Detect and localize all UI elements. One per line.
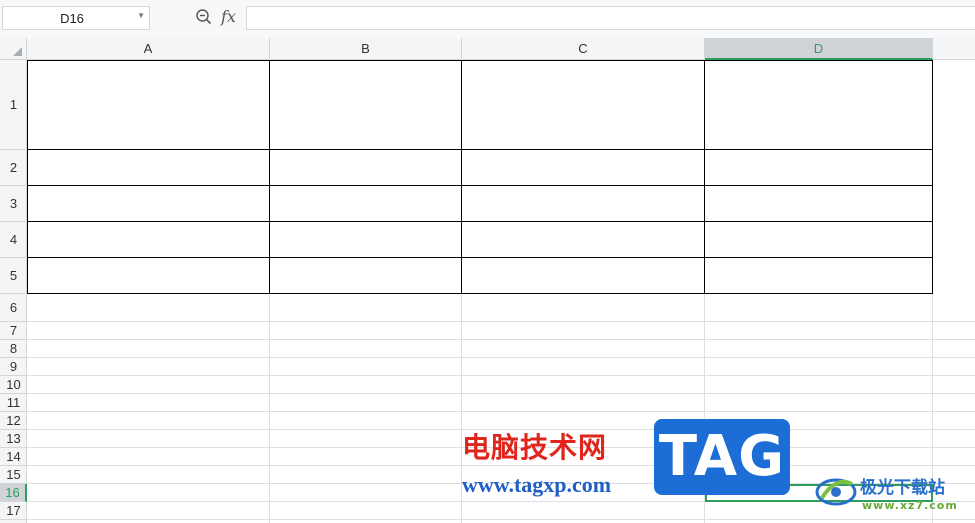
table-border (932, 60, 933, 294)
gridline (27, 375, 975, 376)
row-header-13[interactable]: 13 (0, 430, 27, 448)
gridline (27, 339, 975, 340)
table-border (27, 60, 28, 294)
row-header-9[interactable]: 9 (0, 358, 27, 376)
table-border (461, 60, 462, 294)
gridline (27, 519, 975, 520)
gridline (27, 357, 975, 358)
table-border (27, 221, 933, 222)
table-border (704, 60, 705, 294)
row-header-8[interactable]: 8 (0, 340, 27, 358)
select-all-button[interactable] (0, 38, 27, 59)
row-header-16[interactable]: 16 (0, 484, 27, 502)
watermark-site-url: www.tagxp.com (462, 472, 612, 497)
name-box[interactable]: D16 ▼ (2, 6, 150, 30)
row-header-14[interactable]: 14 (0, 448, 27, 466)
zoom-out-icon[interactable] (195, 8, 213, 26)
row-header-bar: 1 2 3 4 5 6 7 8 9 10 11 12 13 14 15 16 1… (0, 60, 27, 523)
row-header-12[interactable]: 12 (0, 412, 27, 430)
formula-toolbar: D16 ▼ fx (0, 0, 975, 38)
column-header-bar: A B C D (0, 38, 975, 60)
row-header-3[interactable]: 3 (0, 186, 27, 222)
aurora-logo-icon (815, 478, 857, 506)
row-header-6[interactable]: 6 (0, 294, 27, 322)
watermark-site-name: 电脑技术网 (462, 431, 608, 464)
row-header-7[interactable]: 7 (0, 322, 27, 340)
watermark-brand-name: 极光下载站 (860, 478, 945, 498)
gridline (27, 393, 975, 394)
row-header-11[interactable]: 11 (0, 394, 27, 412)
table-border (27, 293, 933, 294)
row-header-4[interactable]: 4 (0, 222, 27, 258)
name-box-value: D16 (60, 11, 84, 26)
column-header-a[interactable]: A (27, 38, 270, 59)
table-border (269, 60, 270, 294)
column-header-c[interactable]: C (462, 38, 705, 59)
row-header-1[interactable]: 1 (0, 60, 27, 150)
row-header-17[interactable]: 17 (0, 502, 27, 520)
formula-input[interactable] (246, 6, 975, 30)
table-border (27, 257, 933, 258)
row-header-10[interactable]: 10 (0, 376, 27, 394)
row-header-5[interactable]: 5 (0, 258, 27, 294)
row-header-15[interactable]: 15 (0, 466, 27, 484)
table-border (27, 185, 933, 186)
column-header-b[interactable]: B (270, 38, 462, 59)
chevron-down-icon[interactable]: ▼ (137, 11, 145, 20)
gridline (27, 411, 975, 412)
select-all-icon (13, 47, 22, 56)
watermark-brand-url: www.xz7.com (862, 499, 958, 512)
table-border (27, 149, 933, 150)
gridline (27, 321, 975, 322)
column-header-e[interactable] (933, 38, 975, 59)
column-header-d[interactable]: D (705, 38, 933, 60)
row-header-2[interactable]: 2 (0, 150, 27, 186)
function-icon[interactable]: fx (221, 7, 236, 26)
watermark-tag-badge: TAG (654, 419, 790, 495)
table-border (27, 60, 933, 61)
